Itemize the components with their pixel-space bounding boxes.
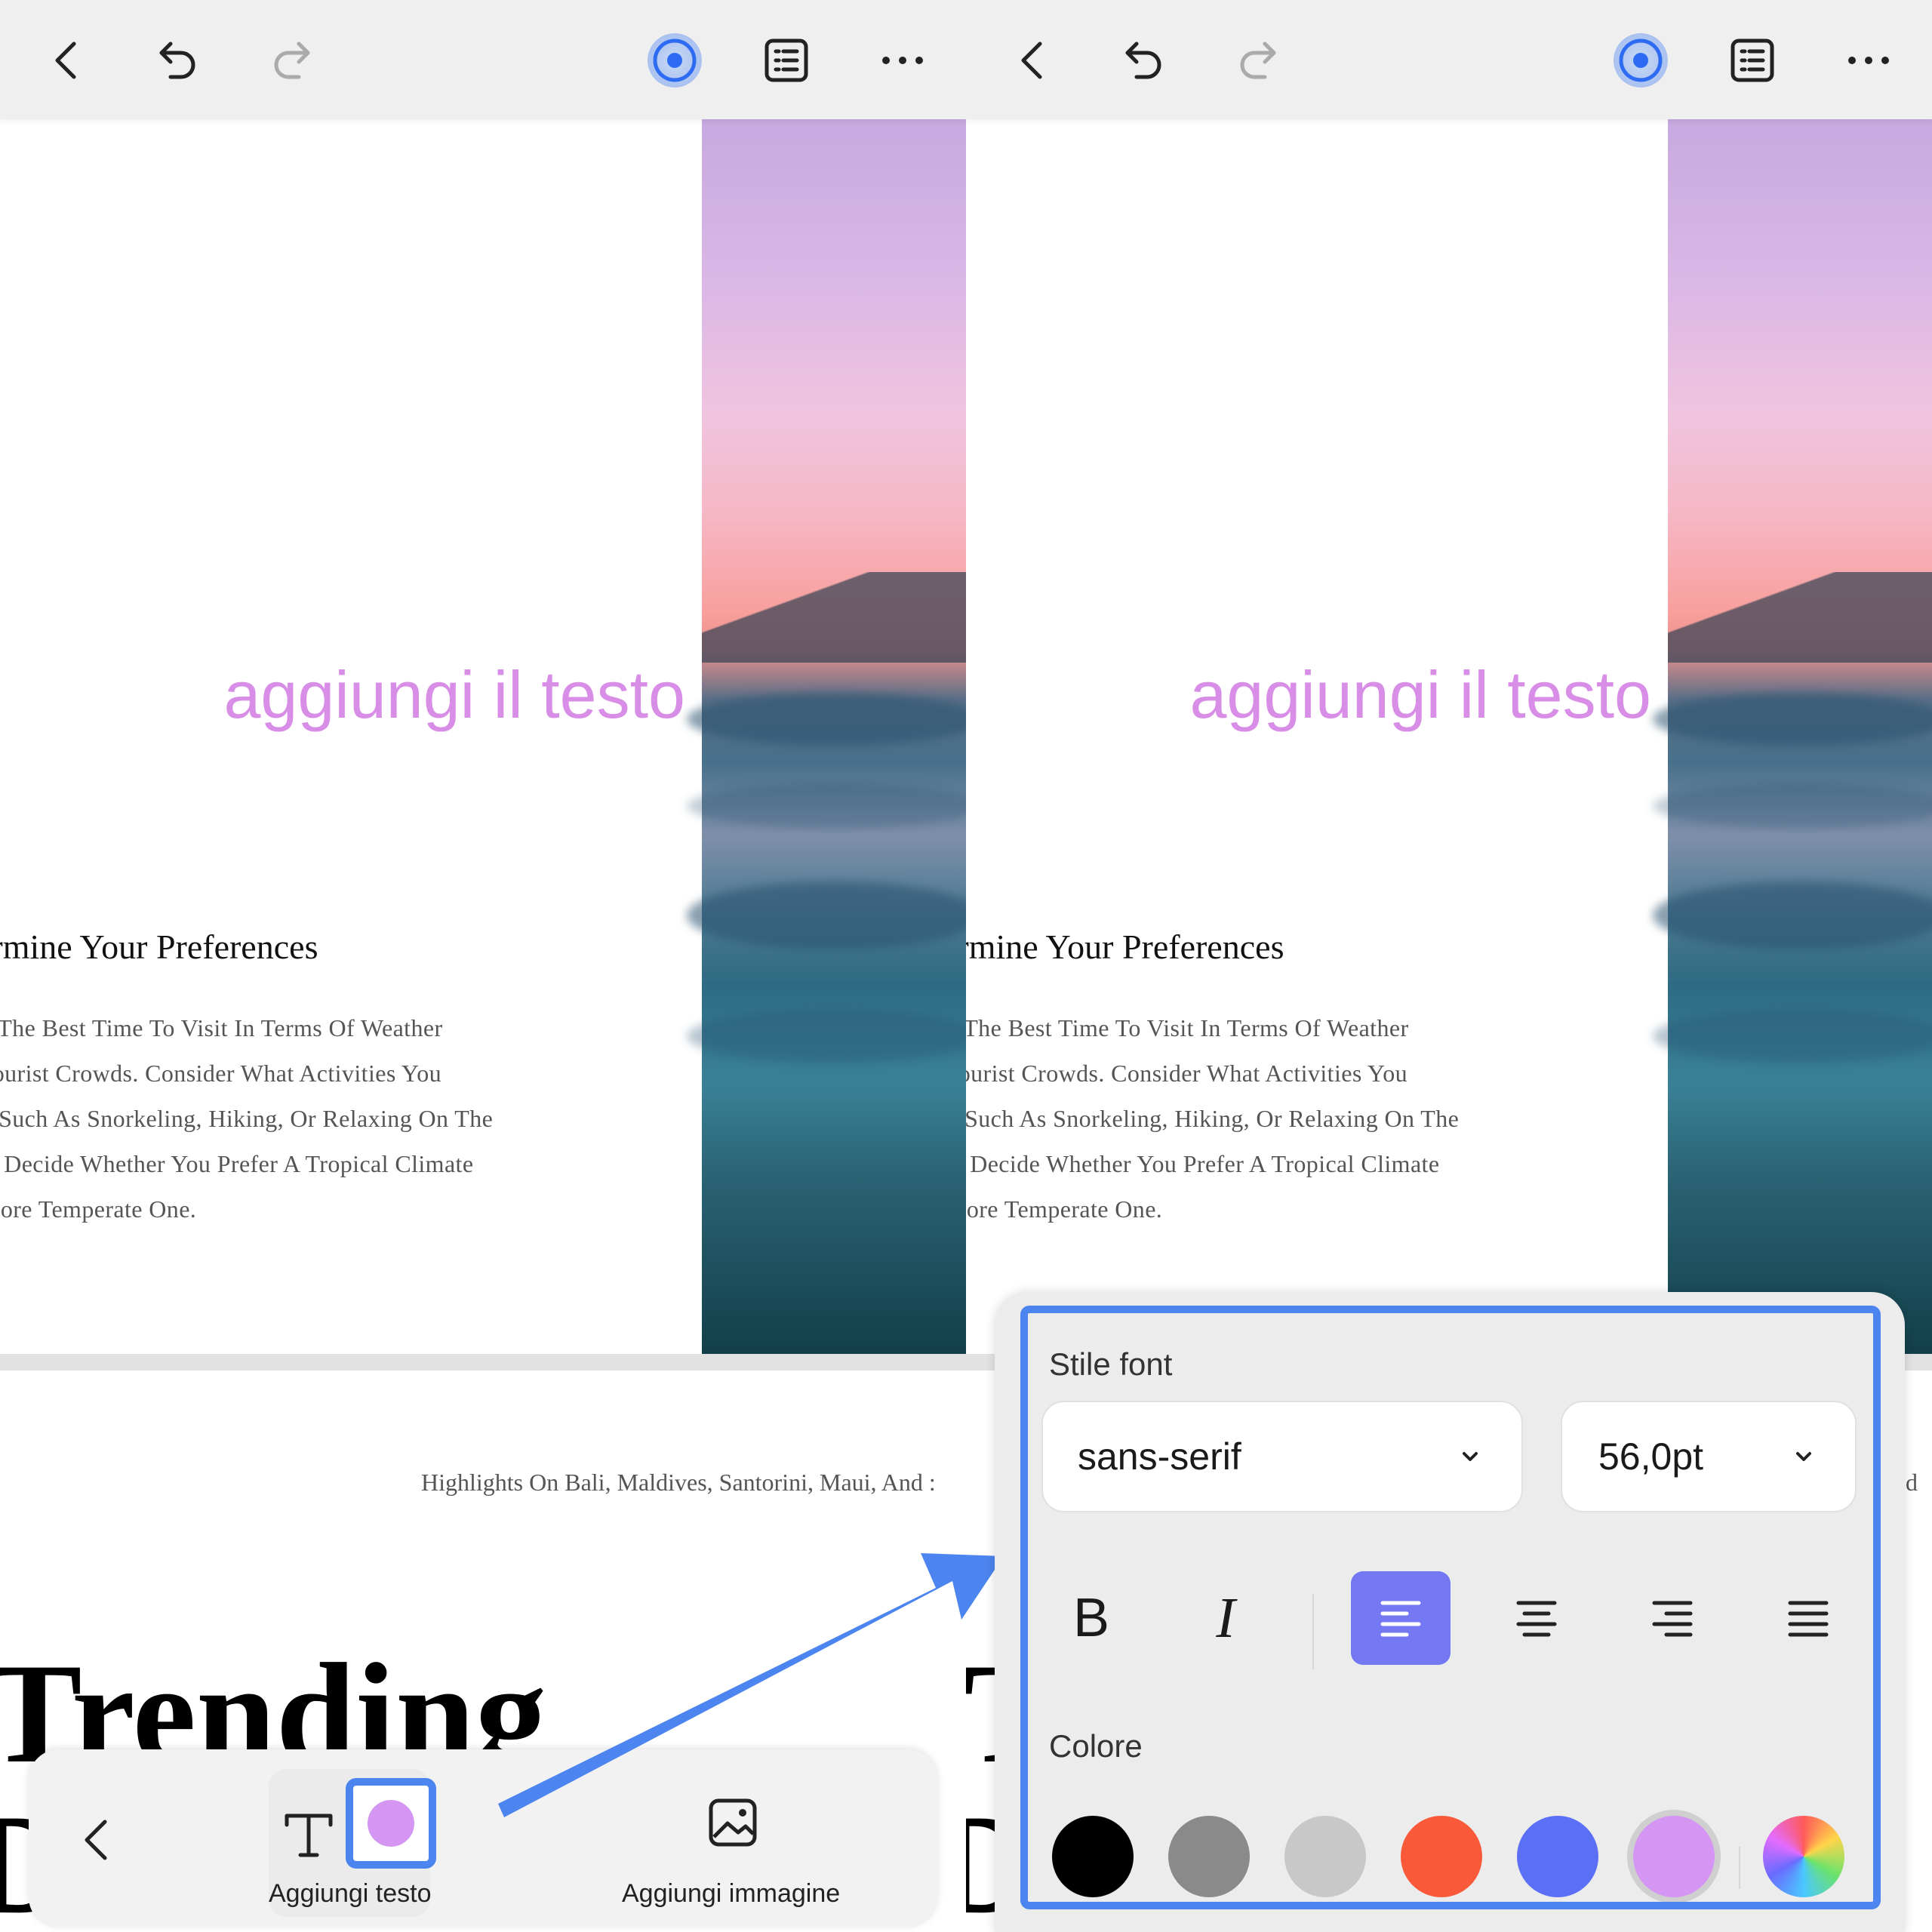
more-button[interactable] (868, 26, 937, 95)
top-toolbar (0, 0, 966, 119)
back-button[interactable] (999, 26, 1069, 95)
added-text-box[interactable]: aggiungi il testo (0, 657, 702, 734)
chevron-down-icon (1463, 1452, 1478, 1461)
italic-glyph: I (1216, 1586, 1235, 1650)
section-heading: ermine Your Preferences (966, 928, 1284, 966)
page-separator (0, 1354, 966, 1371)
text-color-button[interactable] (346, 1778, 436, 1869)
add-text-label: Aggiungi testo (269, 1879, 432, 1908)
italic-button[interactable]: I (1176, 1571, 1275, 1665)
font-size-value: 56,0pt (1598, 1435, 1704, 1478)
color-swatch-orange[interactable] (1401, 1816, 1482, 1897)
undo-icon (159, 42, 195, 79)
chevron-left-icon (55, 42, 76, 79)
font-family-value: sans-serif (1078, 1435, 1241, 1478)
body-text-line: More Temperate One. (0, 1195, 197, 1223)
highlights-text: Highlights On Bali, Maldives, Santorini,… (421, 1469, 936, 1496)
chevron-down-icon (1796, 1452, 1811, 1461)
font-family-dropdown[interactable]: sans-serif (1041, 1401, 1523, 1512)
bold-button[interactable]: B (1041, 1571, 1141, 1665)
color-label: Colore (1049, 1728, 1143, 1764)
align-center-icon (1516, 1601, 1557, 1637)
bold-glyph: B (1072, 1588, 1110, 1648)
redo-button[interactable] (1223, 26, 1292, 95)
list-icon (764, 38, 808, 82)
document-page: aggiungi il testo ermine Your Preference… (0, 119, 966, 1354)
align-right-button[interactable] (1623, 1571, 1722, 1665)
left-screenshot: aggiungi il testo ermine Your Preference… (0, 0, 966, 1932)
color-swatch-black[interactable] (1052, 1816, 1134, 1897)
top-toolbar (966, 0, 1932, 119)
image-icon[interactable] (706, 1796, 759, 1849)
color-swatch-blue[interactable] (1517, 1816, 1598, 1897)
body-text-line: /, Such As Snorkeling, Hiking, Or Relaxi… (966, 1105, 1460, 1132)
list-icon (1730, 38, 1774, 82)
align-justify-icon (1788, 1601, 1829, 1637)
body-text-line: Tourist Crowds. Consider What Activities… (0, 1060, 442, 1087)
more-button[interactable] (1834, 26, 1903, 95)
highlights-text-fragment: d (1906, 1469, 1918, 1496)
outline-button[interactable] (1718, 26, 1787, 95)
font-style-label: Stile font (1049, 1346, 1173, 1382)
ai-assistant-icon (648, 33, 702, 88)
more-dots-icon (1848, 57, 1889, 64)
sunset-sea-image (1653, 119, 1932, 1354)
sunset-sea-image (687, 119, 966, 1354)
undo-icon (1125, 42, 1161, 79)
align-justify-button[interactable] (1758, 1571, 1858, 1665)
font-style-panel: Stile font sans-serif 56,0pt B I Colore (995, 1292, 1905, 1932)
body-text-line: Tourist Crowds. Consider What Activities… (966, 1060, 1408, 1087)
format-separator (1312, 1594, 1314, 1669)
ai-assistant-icon (1614, 33, 1668, 88)
body-text-line: k The Best Time To Visit In Terms Of Wea… (0, 1014, 443, 1041)
body-text-line: k The Best Time To Visit In Terms Of Wea… (966, 1014, 1409, 1041)
body-text-line: /, Such As Snorkeling, Hiking, Or Relaxi… (0, 1105, 494, 1132)
undo-button[interactable] (143, 26, 213, 95)
align-center-button[interactable] (1487, 1571, 1586, 1665)
more-dots-icon (882, 57, 923, 64)
bottom-edit-bar: Aggiungi testo Aggiungi immagine (29, 1749, 937, 1927)
ai-assistant-button[interactable] (640, 26, 709, 95)
document-page: aggiungi il testo ermine Your Preference… (966, 119, 1932, 1354)
body-text-line: n. Decide Whether You Prefer A Tropical … (0, 1150, 474, 1177)
redo-icon (274, 42, 310, 79)
text-icon (285, 1814, 333, 1857)
bottom-bar-back-button[interactable] (66, 1810, 127, 1870)
current-color-dot (368, 1800, 414, 1847)
back-button[interactable] (33, 26, 103, 95)
section-heading: ermine Your Preferences (0, 928, 318, 966)
chevron-left-icon (85, 1820, 107, 1860)
body-text-line: More Temperate One. (966, 1195, 1163, 1223)
align-left-icon (1380, 1601, 1421, 1637)
align-left-button[interactable] (1351, 1571, 1451, 1665)
redo-icon (1240, 42, 1276, 79)
color-swatch-gray[interactable] (1168, 1816, 1250, 1897)
custom-color-wheel[interactable] (1763, 1816, 1844, 1897)
outline-button[interactable] (752, 26, 821, 95)
chevron-left-icon (1021, 42, 1042, 79)
ai-assistant-button[interactable] (1606, 26, 1675, 95)
color-swatch-purple[interactable] (1633, 1816, 1715, 1897)
align-right-icon (1652, 1601, 1693, 1637)
font-size-dropdown[interactable]: 56,0pt (1561, 1401, 1857, 1512)
add-image-label[interactable]: Aggiungi immagine (622, 1879, 840, 1909)
body-text-line: n. Decide Whether You Prefer A Tropical … (966, 1150, 1440, 1177)
undo-button[interactable] (1109, 26, 1179, 95)
added-text-box[interactable]: aggiungi il testo (966, 657, 1668, 734)
redo-button[interactable] (257, 26, 326, 95)
swatch-separator (1739, 1847, 1740, 1889)
color-swatch-light-gray[interactable] (1284, 1816, 1366, 1897)
